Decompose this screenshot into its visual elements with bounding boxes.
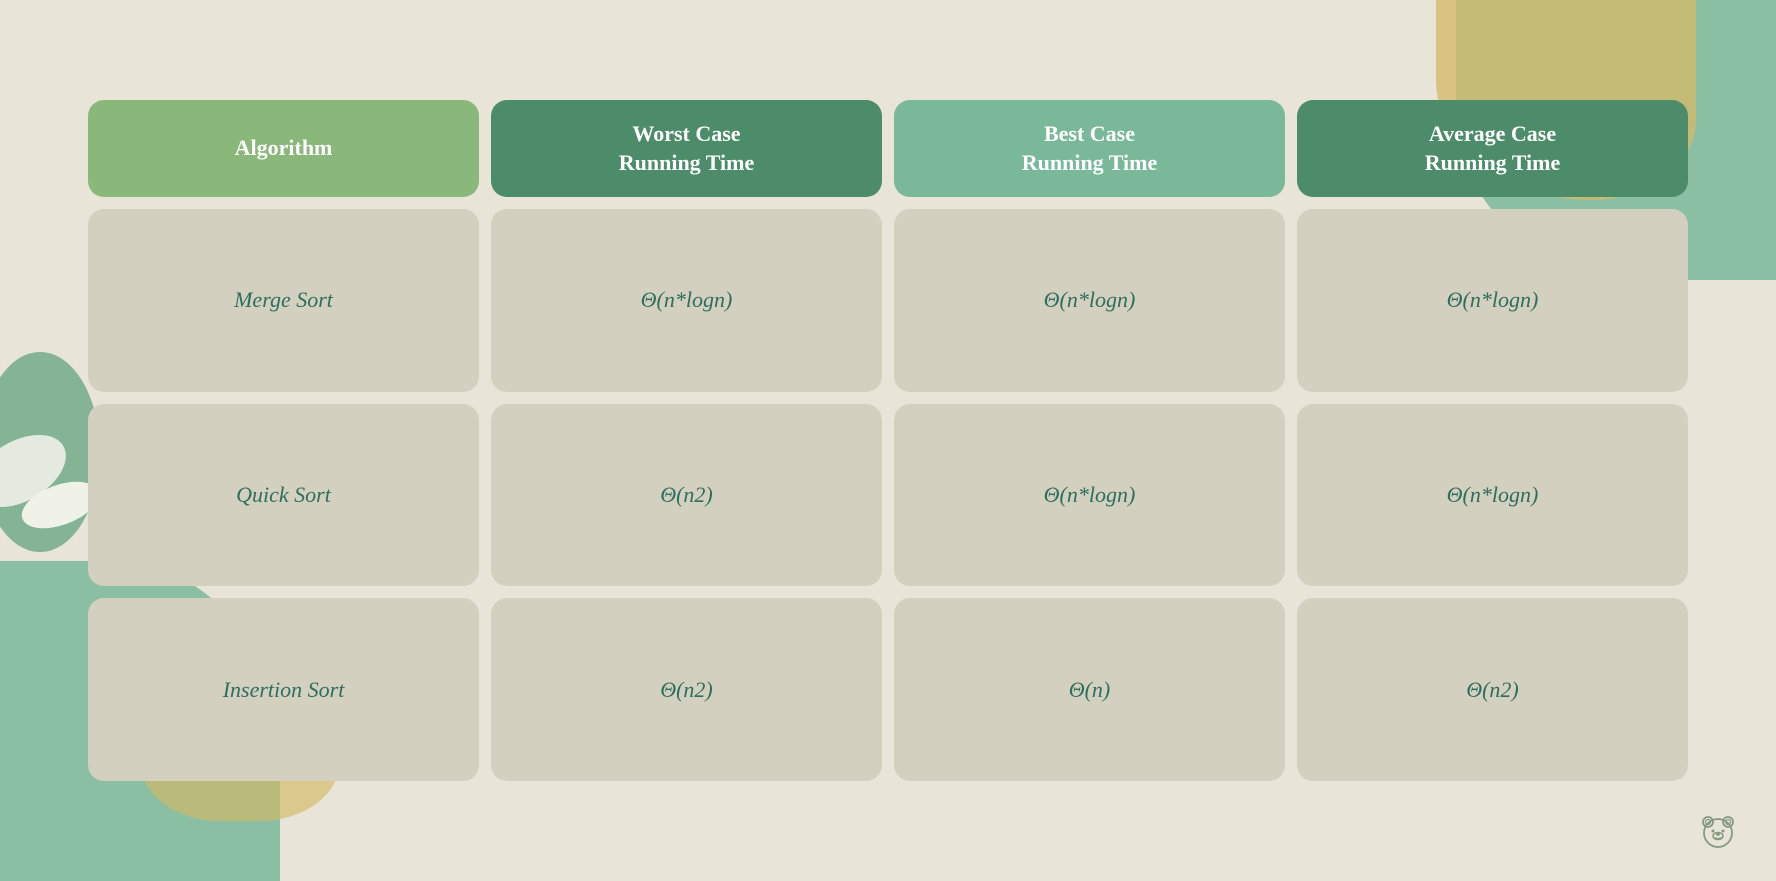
- table-row: Insertion Sort: [88, 598, 479, 781]
- table-row: Θ(n*logn): [1297, 209, 1688, 392]
- cell-quick-sort-best: Θ(n*logn): [1044, 482, 1136, 508]
- table-row: Θ(n): [894, 598, 1285, 781]
- cell-quick-sort-name: Quick Sort: [236, 482, 331, 508]
- cell-insertion-sort-average: Θ(n2): [1466, 677, 1519, 703]
- table-row: Θ(n2): [491, 404, 882, 587]
- table-row: Θ(n*logn): [491, 209, 882, 392]
- header-worst-label: Worst CaseRunning Time: [619, 120, 755, 177]
- cell-insertion-sort-name: Insertion Sort: [223, 677, 345, 703]
- header-best: Best CaseRunning Time: [894, 100, 1285, 197]
- cell-merge-sort-worst: Θ(n*logn): [641, 287, 733, 313]
- header-average-label: Average CaseRunning Time: [1425, 120, 1561, 177]
- header-best-label: Best CaseRunning Time: [1022, 120, 1158, 177]
- cell-merge-sort-average: Θ(n*logn): [1447, 287, 1539, 313]
- header-worst: Worst CaseRunning Time: [491, 100, 882, 197]
- table-row: Merge Sort: [88, 209, 479, 392]
- bear-logo-icon: [1696, 809, 1740, 853]
- cell-quick-sort-average: Θ(n*logn): [1447, 482, 1539, 508]
- cell-merge-sort-name: Merge Sort: [234, 287, 333, 313]
- table-row: Quick Sort: [88, 404, 479, 587]
- table-row: Θ(n*logn): [894, 404, 1285, 587]
- sorting-algorithms-table: Algorithm Worst CaseRunning Time Best Ca…: [88, 100, 1688, 781]
- table-row: Θ(n2): [491, 598, 882, 781]
- cell-quick-sort-worst: Θ(n2): [660, 482, 713, 508]
- table-container: Algorithm Worst CaseRunning Time Best Ca…: [88, 100, 1688, 781]
- table-row: Θ(n2): [1297, 598, 1688, 781]
- table-row: Θ(n*logn): [1297, 404, 1688, 587]
- bg-decoration-leaf-left: [0, 420, 78, 522]
- bg-decoration-green-left: [0, 352, 100, 552]
- cell-insertion-sort-worst: Θ(n2): [660, 677, 713, 703]
- table-row: Θ(n*logn): [894, 209, 1285, 392]
- cell-merge-sort-best: Θ(n*logn): [1044, 287, 1136, 313]
- header-algorithm-label: Algorithm: [235, 134, 333, 163]
- header-algorithm: Algorithm: [88, 100, 479, 197]
- header-average: Average CaseRunning Time: [1297, 100, 1688, 197]
- cell-insertion-sort-best: Θ(n): [1069, 677, 1111, 703]
